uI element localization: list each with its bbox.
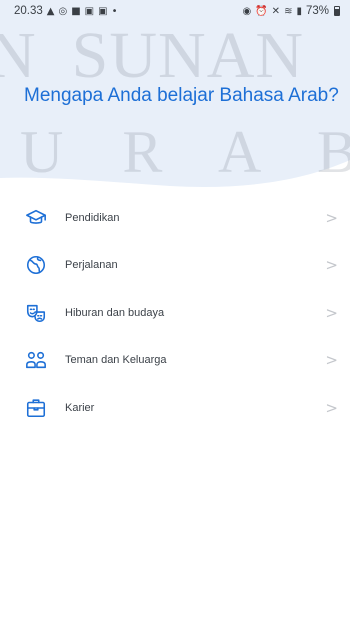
chevron-right-icon: > [325,256,338,275]
option-label: Perjalanan [65,259,118,272]
option-label: Karier [65,401,95,414]
signal-icon: ▮ [296,5,302,17]
globe-icon [25,254,47,276]
warning-icon: ▲ [46,5,55,17]
dot-icon: • [111,5,118,17]
facebook-icon: ■ [71,5,81,17]
option-perjalanan[interactable]: Perjalanan > [0,242,350,290]
chevron-right-icon: > [325,398,338,417]
chevron-right-icon: > [325,303,338,322]
reason-options-list: Pendidikan > Perjalanan > Hiburan dan bu… [0,194,350,432]
privacy-icon: ◉ [242,5,252,17]
theater-masks-icon [25,302,47,324]
graduation-cap-icon [25,207,47,229]
option-label: Teman dan Keluarga [65,354,167,367]
page-title: Mengapa Anda belajar Bahasa Arab? [24,85,339,106]
option-karier[interactable]: Karier > [0,384,350,432]
wifi-icon: ≋ [284,5,293,17]
status-bar-right: ◉ ⏰ ✕ ≋ ▮ 73% [242,5,340,17]
option-label: Pendidikan [65,211,120,224]
battery-icon [334,6,340,16]
briefcase-icon [25,397,47,419]
status-time: 20.33 [14,5,43,17]
status-bar: 20.33 ▲ ◎ ■ ▣ ▣ • ◉ ⏰ ✕ ≋ ▮ 73% [0,0,350,22]
mute-icon: ✕ [271,5,281,17]
chevron-right-icon: > [325,208,338,227]
instagram-icon: ◎ [58,5,68,17]
option-label: Hiburan dan budaya [65,306,165,319]
chevron-right-icon: > [325,351,338,370]
option-teman-dan-keluarga[interactable]: Teman dan Keluarga > [0,337,350,385]
option-hiburan-dan-budaya[interactable]: Hiburan dan budaya > [0,289,350,337]
alarm-icon: ⏰ [255,5,268,17]
status-bar-left: 20.33 ▲ ◎ ■ ▣ ▣ • [14,5,117,17]
battery-percent: 73% [305,5,329,17]
option-pendidikan[interactable]: Pendidikan > [0,194,350,242]
people-icon [25,349,47,371]
youtube-icon: ▣ [98,5,108,17]
youtube-icon: ▣ [84,5,95,17]
